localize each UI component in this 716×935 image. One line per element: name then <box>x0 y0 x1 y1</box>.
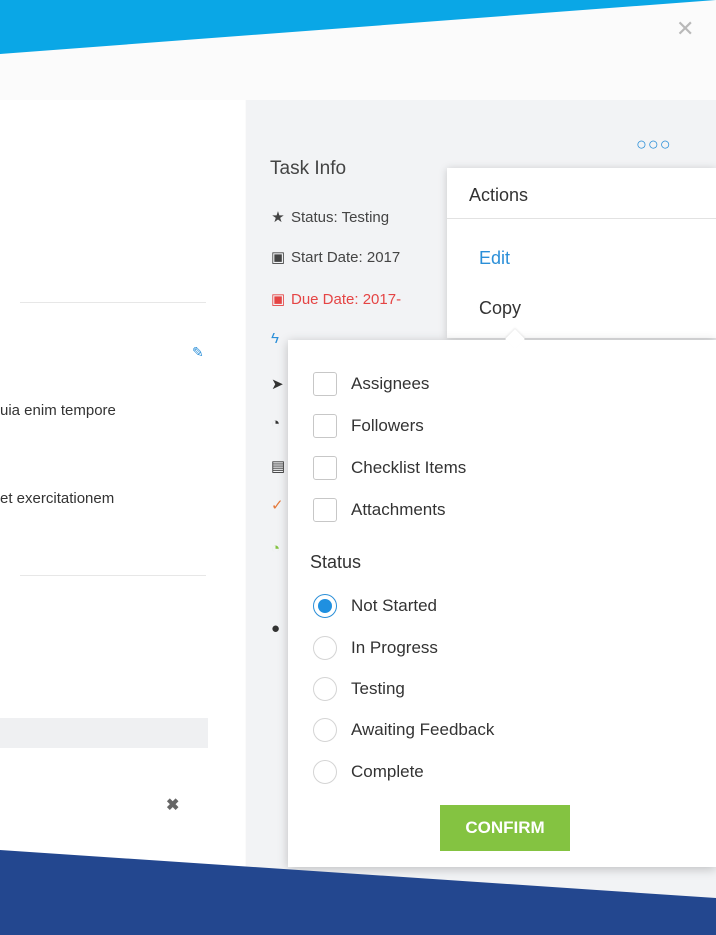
copy-action[interactable]: Copy <box>479 298 521 319</box>
more-dots-icon[interactable]: ○○○ <box>636 134 672 155</box>
radio-awaiting-feedback[interactable]: Awaiting Feedback <box>313 716 494 744</box>
bolt-icon: ϟ <box>271 330 279 347</box>
radio-not-started[interactable]: Not Started <box>313 592 437 620</box>
task-info-title: Task Info <box>270 158 347 179</box>
due-date-info: ▣ Due Date: 2017- <box>271 291 402 308</box>
status-info: ★ Status: Testing <box>271 209 390 226</box>
calendar-icon: ▣ <box>271 291 286 308</box>
checkbox[interactable] <box>313 498 337 522</box>
section-divider <box>20 302 206 303</box>
radio-button[interactable] <box>313 718 337 742</box>
card-icon: ▤ <box>271 458 286 475</box>
radio-testing[interactable]: Testing <box>313 675 405 703</box>
checkbox[interactable] <box>313 414 337 438</box>
actions-title: Actions <box>469 185 529 205</box>
star-icon: ★ <box>271 209 285 226</box>
close-icon[interactable]: ✕ <box>676 16 694 42</box>
start-date-info: ▣ Start Date: 2017 <box>271 249 401 266</box>
actions-popover: Actions Edit Copy <box>447 168 716 338</box>
remove-icon[interactable]: ✖ <box>166 795 179 815</box>
check-icon: ✓ <box>271 497 284 514</box>
status-heading: Status <box>310 552 362 572</box>
section-divider <box>20 575 206 576</box>
radio-button[interactable] <box>313 636 337 660</box>
clock-icon: ◔ <box>271 415 281 432</box>
clock-icon: ◔ <box>271 540 281 557</box>
checkbox-followers[interactable]: Followers <box>313 412 424 440</box>
edit-icon[interactable]: ✎ <box>192 344 206 360</box>
checklist-table-header <box>0 718 208 748</box>
send-icon: ➤ <box>271 376 284 393</box>
copy-options-popover: Assignees Followers Checklist Items Atta… <box>288 329 716 867</box>
task-modal: ✕ ✎ uia enim tempore et exercitationem ✖… <box>0 0 716 935</box>
users-icon: ● <box>271 620 281 637</box>
description-line-2: et exercitationem <box>0 490 115 507</box>
calendar-icon: ▣ <box>271 249 286 266</box>
radio-button[interactable] <box>313 760 337 784</box>
checkbox-checklist-items[interactable]: Checklist Items <box>313 454 466 482</box>
radio-complete[interactable]: Complete <box>313 758 424 786</box>
radio-in-progress[interactable]: In Progress <box>313 634 438 662</box>
confirm-button[interactable]: CONFIRM <box>440 805 570 851</box>
checkbox-attachments[interactable]: Attachments <box>313 496 446 524</box>
checkbox[interactable] <box>313 456 337 480</box>
radio-button[interactable] <box>313 594 337 618</box>
actions-divider <box>447 218 716 219</box>
radio-button[interactable] <box>313 677 337 701</box>
edit-action[interactable]: Edit <box>479 248 510 269</box>
description-line-1: uia enim tempore <box>0 402 116 419</box>
checkbox[interactable] <box>313 372 337 396</box>
checkbox-assignees[interactable]: Assignees <box>313 370 429 398</box>
